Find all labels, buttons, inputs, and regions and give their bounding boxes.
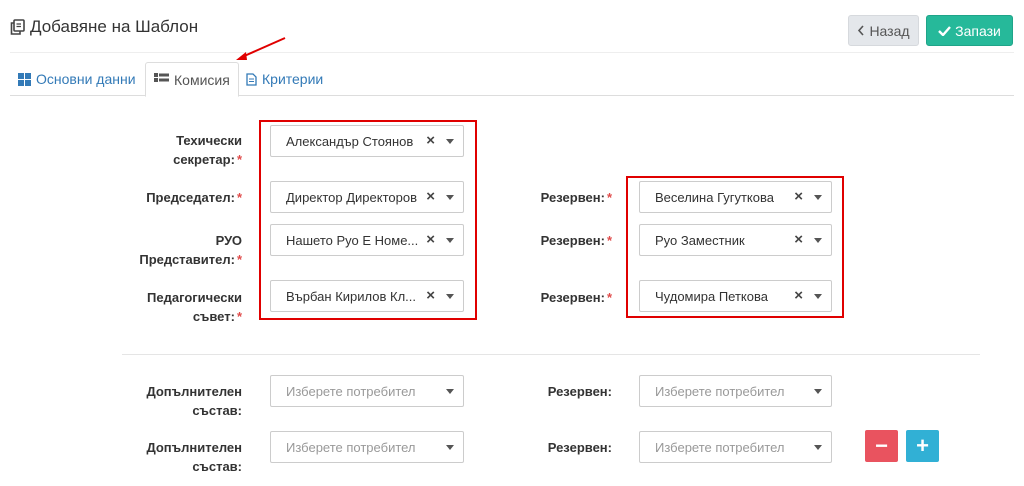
- label-extra-reserve-1: Резервен:: [547, 384, 612, 399]
- annotation-arrow: [236, 37, 286, 60]
- section-divider: [122, 354, 980, 355]
- tab-bar: Основни данни Комисия Критерии: [10, 62, 1014, 97]
- tab-basic-data[interactable]: Основни данни: [10, 62, 144, 96]
- template-copy-icon: [10, 19, 25, 35]
- caret-down-icon: [814, 445, 822, 450]
- chevron-left-icon: [858, 25, 865, 36]
- caret-down-icon: [446, 389, 454, 394]
- remove-row-button[interactable]: −: [865, 430, 898, 462]
- tab-commission[interactable]: Комисия: [145, 62, 239, 97]
- back-button-label: Назад: [869, 22, 910, 39]
- check-icon: [938, 26, 952, 36]
- select-placeholder: Изберете потребител: [655, 383, 785, 399]
- save-button-label: Запази: [955, 22, 1001, 39]
- select-placeholder: Изберете потребител: [286, 383, 416, 399]
- extra-reserve-select-2[interactable]: Изберете потребител: [639, 431, 832, 463]
- additional-member-select-1[interactable]: Изберете потребител: [270, 375, 464, 407]
- select-placeholder: Изберете потребител: [286, 439, 416, 455]
- label-ruo-representative: РУО Представител: *: [139, 233, 242, 267]
- tab-commission-label: Комисия: [174, 71, 230, 88]
- label-chairman: Председател: *: [146, 190, 242, 205]
- caret-down-icon: [814, 389, 822, 394]
- highlight-box-right: [626, 176, 844, 318]
- label-reserve-2: Резервен: *: [540, 233, 612, 248]
- label-reserve-1: Резервен: *: [540, 190, 612, 205]
- save-button[interactable]: Запази: [926, 15, 1013, 46]
- page-title-text: Добавяне на Шаблон: [30, 17, 199, 36]
- select-placeholder: Изберете потребител: [655, 439, 785, 455]
- tab-criteria-label: Критерии: [262, 71, 324, 87]
- extra-reserve-select-1[interactable]: Изберете потребител: [639, 375, 832, 407]
- list-icon: [154, 73, 169, 82]
- header-divider: [10, 52, 1014, 53]
- highlight-box-left: [259, 120, 477, 320]
- grid-icon: [18, 72, 31, 86]
- additional-member-select-2[interactable]: Изберете потребител: [270, 431, 464, 463]
- label-technical-secretary: Техически секретар: *: [173, 133, 242, 167]
- back-button[interactable]: Назад: [848, 15, 919, 46]
- tab-criteria[interactable]: Критерии: [238, 62, 331, 96]
- caret-down-icon: [446, 445, 454, 450]
- label-pedagogical-council: Педагогически съвет: *: [147, 290, 242, 324]
- label-additional-member-2: Допълнителен състав:: [146, 440, 242, 474]
- label-extra-reserve-2: Резервен:: [547, 440, 612, 455]
- label-reserve-3: Резервен: *: [540, 290, 612, 305]
- tab-basic-data-label: Основни данни: [36, 71, 136, 87]
- document-icon: [246, 72, 257, 86]
- page-title: Добавяне на Шаблон: [10, 17, 198, 37]
- label-additional-member-1: Допълнителен състав:: [146, 384, 242, 418]
- add-row-button[interactable]: +: [906, 430, 939, 462]
